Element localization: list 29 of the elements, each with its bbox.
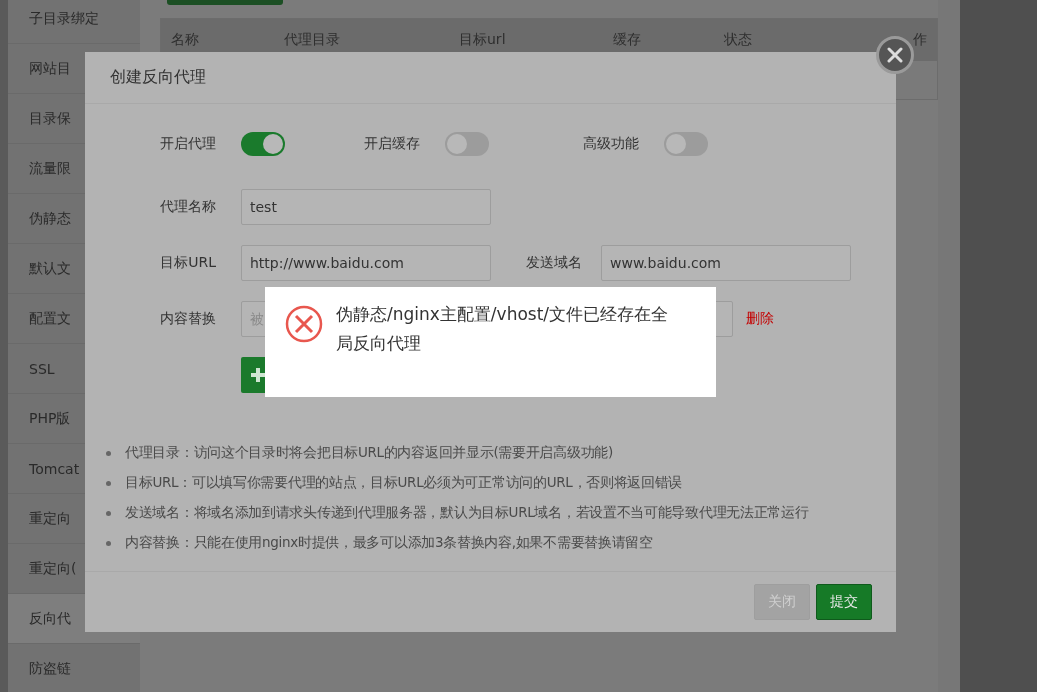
switch-label: 高级功能 [582, 135, 639, 153]
switch-label: 开启代理 [159, 135, 216, 153]
field-label: 内容替换 [159, 310, 216, 328]
close-icon [887, 47, 903, 63]
toggle-switch[interactable] [241, 132, 285, 156]
input-field[interactable]: test [241, 189, 491, 225]
column-header: 状态 [724, 31, 753, 49]
input-field[interactable]: http://www.baidu.com [241, 245, 491, 281]
field-label: 代理名称 [159, 198, 216, 216]
toggle-switch[interactable] [445, 132, 489, 156]
field-label: 目标URL [159, 254, 216, 272]
bullet-icon [106, 540, 111, 546]
add-proxy-button[interactable] [167, 0, 283, 5]
toggle-switch[interactable] [664, 132, 708, 156]
bullet-icon [106, 450, 111, 456]
field-label: 发送域名 [525, 254, 582, 272]
bullet-icon [106, 510, 111, 516]
switch-label: 开启缓存 [363, 135, 420, 153]
delete-link[interactable]: 删除 [746, 310, 774, 328]
error-icon [285, 305, 323, 343]
error-text: 伪静态/nginx主配置/vhost/文件已经存在全局反向代理 [336, 303, 670, 355]
submit-button[interactable]: 提交 [816, 584, 872, 620]
column-header: 目标url [459, 31, 507, 49]
bullet-icon [106, 480, 111, 486]
column-header: 缓存 [613, 31, 642, 49]
input-field[interactable]: www.baidu.com [601, 245, 851, 281]
column-header: 名称 [171, 31, 200, 49]
column-header: 作 [912, 31, 928, 49]
plus-icon [251, 368, 265, 382]
